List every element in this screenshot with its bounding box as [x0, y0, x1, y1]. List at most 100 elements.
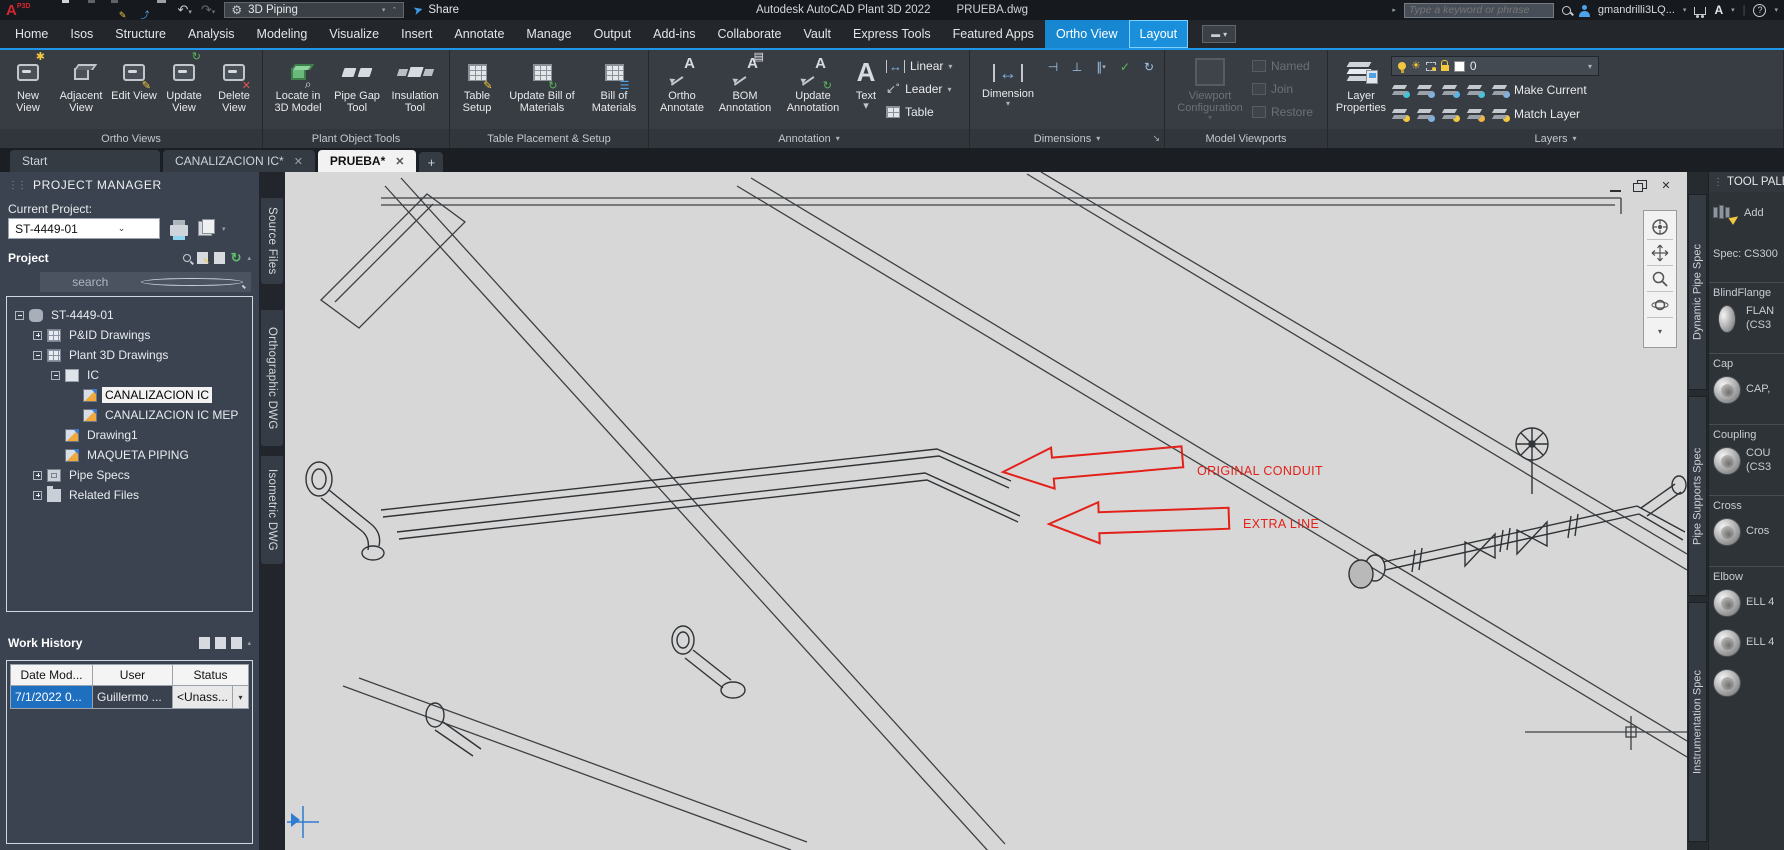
collapse-expander-icon[interactable]: [33, 350, 42, 360]
restore-icon[interactable]: [1633, 180, 1647, 192]
column-date-modified[interactable]: Date Mod...: [10, 664, 93, 686]
tab-orthographic-dwg[interactable]: Orthographic DWG: [261, 310, 283, 446]
join-viewports-button[interactable]: Join: [1252, 79, 1322, 99]
new-entry-icon[interactable]: [199, 637, 211, 649]
tab-instrumentation-spec[interactable]: Instrumentation Spec: [1688, 602, 1707, 842]
drawing-area[interactable]: ✕ ▾ ORIGINAL CONDUIT EXTRA LINE: [285, 172, 1687, 850]
plot-button[interactable]: [154, 3, 168, 17]
edit-entry-icon[interactable]: [231, 637, 243, 649]
dim-baseline-button[interactable]: ⊥: [1067, 58, 1087, 76]
group-label-dimensions[interactable]: Dimensions ▾ ↘: [970, 129, 1164, 148]
dialog-launcher-icon[interactable]: ↘: [1152, 133, 1160, 144]
signed-in-user[interactable]: gmandrilli3LQ...: [1598, 4, 1675, 16]
open-file-button[interactable]: [62, 3, 76, 17]
update-annotation-button[interactable]: ↻ Update Annotation: [780, 52, 846, 129]
tab-visualize[interactable]: Visualize: [318, 20, 390, 48]
work-history-row[interactable]: 7/1/2022 0... Guillermo ... <Unass... ▾: [10, 685, 250, 709]
file-tab-canalizacion[interactable]: CANALIZACION IC* ✕: [163, 150, 315, 172]
copy-doc-icon[interactable]: [213, 252, 225, 264]
tree-item-canalizacion-ic[interactable]: CANALIZACION IC: [7, 385, 252, 405]
tree-item-maqueta-piping[interactable]: MAQUETA PIPING: [7, 445, 252, 465]
update-view-button[interactable]: ↻ Update View: [159, 52, 209, 129]
tab-analysis[interactable]: Analysis: [177, 20, 246, 48]
app-store-icon[interactable]: [1694, 7, 1707, 18]
dim-adjust-space-button[interactable]: ⊣: [1043, 58, 1063, 76]
refresh-icon[interactable]: ↻: [231, 251, 242, 264]
leader-button[interactable]: ↙˚ Leader ▾: [886, 79, 964, 99]
layer-unlock-button[interactable]: [1466, 108, 1485, 122]
tree-item-pipe-specs[interactable]: Pipe Specs: [7, 465, 252, 485]
tree-item-pid-drawings[interactable]: P&ID Drawings: [7, 325, 252, 345]
share-button[interactable]: ➤ Share: [412, 2, 459, 18]
update-bom-button[interactable]: ↻ Update Bill of Materials: [501, 52, 583, 129]
status-dropdown[interactable]: <Unass... ▾: [173, 686, 247, 708]
tool-cap[interactable]: CAP,: [1709, 370, 1784, 410]
help-search-input[interactable]: [1403, 2, 1554, 18]
tab-layout[interactable]: Layout: [1128, 20, 1189, 48]
layer-lock-button[interactable]: [1466, 84, 1485, 98]
tab-featured-apps[interactable]: Featured Apps: [942, 20, 1045, 48]
close-icon[interactable]: ✕: [294, 155, 303, 168]
orbit-icon[interactable]: [1647, 292, 1673, 318]
tab-vault[interactable]: Vault: [792, 20, 842, 48]
navigation-wheel-icon[interactable]: [1647, 214, 1673, 240]
workspace-selector[interactable]: ⚙ 3D Piping ▾ ⌃: [224, 2, 405, 18]
tab-express-tools[interactable]: Express Tools: [842, 20, 942, 48]
close-icon[interactable]: ✕: [1659, 180, 1673, 192]
file-tab-prueba[interactable]: PRUEBA* ✕: [317, 150, 417, 172]
layer-isolate-button[interactable]: [1391, 84, 1410, 98]
collapse-expander-icon[interactable]: [51, 370, 60, 380]
edit-doc-icon[interactable]: ✎: [196, 252, 210, 266]
delete-view-button[interactable]: ✕ Delete View: [211, 52, 257, 129]
help-icon[interactable]: ?: [1753, 3, 1767, 17]
add-tool-button[interactable]: Add: [1709, 192, 1784, 228]
tab-structure[interactable]: Structure: [104, 20, 177, 48]
insulation-tool-button[interactable]: Insulation Tool: [386, 52, 444, 129]
dim-check-button[interactable]: ✓: [1115, 58, 1135, 76]
tab-output[interactable]: Output: [583, 20, 643, 48]
tree-item-drawing1[interactable]: Drawing1: [7, 425, 252, 445]
tool-elbow-1[interactable]: ELL 4: [1709, 583, 1784, 623]
ortho-annotate-button[interactable]: Ortho Annotate: [654, 52, 710, 129]
minimize-icon[interactable]: [1610, 180, 1621, 192]
tree-item-ic-folder[interactable]: IC: [7, 365, 252, 385]
tab-annotate[interactable]: Annotate: [443, 20, 515, 48]
print-icon[interactable]: [170, 220, 188, 240]
text-button[interactable]: A Text ▾: [848, 52, 884, 129]
new-drawing-tab-button[interactable]: +: [419, 152, 444, 172]
panel-grip-icon[interactable]: ⋮⋮: [8, 180, 27, 191]
dim-update-button[interactable]: ↻: [1139, 58, 1159, 76]
tool-coupling[interactable]: COU (CS3: [1709, 441, 1784, 481]
tab-collaborate[interactable]: Collaborate: [707, 20, 793, 48]
ribbon-display-toggle[interactable]: ▬ ▾: [1202, 25, 1237, 43]
layer-on-button[interactable]: [1416, 108, 1435, 122]
pan-icon[interactable]: [1647, 240, 1673, 266]
tab-source-files[interactable]: Source Files: [261, 198, 283, 284]
navbar-more-icon[interactable]: ▾: [1647, 318, 1673, 344]
tool-elbow-3[interactable]: [1709, 663, 1784, 703]
app-logo[interactable]: AP3D: [6, 3, 30, 18]
tool-elbow-2[interactable]: ELL 4: [1709, 623, 1784, 663]
layer-freeze-button[interactable]: [1441, 84, 1460, 98]
dimension-button[interactable]: ↔ Dimension ▾: [975, 52, 1041, 129]
tree-item-root[interactable]: ST-4449-01: [7, 305, 252, 325]
named-viewports-button[interactable]: Named: [1252, 56, 1322, 76]
new-view-button[interactable]: ✱ New View: [5, 52, 51, 129]
tab-manage[interactable]: Manage: [515, 20, 582, 48]
layer-off-button[interactable]: [1391, 108, 1410, 122]
view-entry-icon[interactable]: [215, 637, 227, 649]
layer-unisolate-button[interactable]: [1416, 84, 1435, 98]
restore-viewports-button[interactable]: Restore: [1252, 102, 1322, 122]
dim-continue-button[interactable]: ∥ ▾: [1091, 58, 1111, 76]
tree-item-canalizacion-ic-mep[interactable]: CANALIZACION IC MEP: [7, 405, 252, 425]
undo-button[interactable]: ↶▾: [177, 2, 191, 18]
tab-ortho-view[interactable]: Ortho View: [1044, 20, 1129, 48]
autodesk-app-icon[interactable]: A: [1714, 3, 1723, 17]
layer-select[interactable]: ☀ 0 ▾: [1391, 56, 1599, 76]
tool-blindflange[interactable]: FLAN (CS3: [1709, 299, 1784, 339]
expand-expander-icon[interactable]: [33, 490, 42, 500]
column-status[interactable]: Status: [171, 664, 250, 686]
collapse-icon[interactable]: ▴: [247, 254, 251, 262]
drawing-canvas[interactable]: ORIGINAL CONDUIT EXTRA LINE: [285, 172, 1687, 850]
panel-grip-icon[interactable]: ⋮: [1713, 177, 1723, 188]
